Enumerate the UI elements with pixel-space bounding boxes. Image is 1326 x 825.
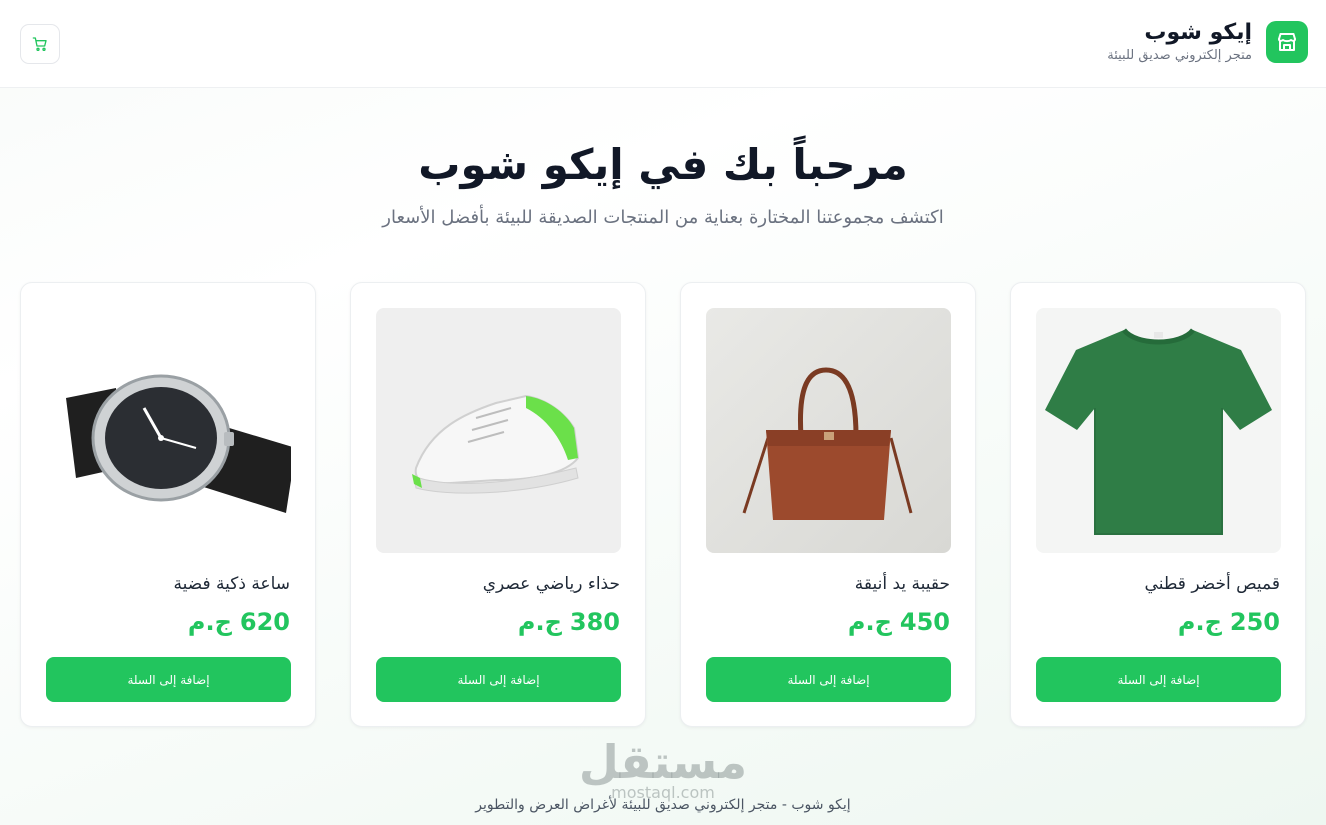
- price-currency: ج.م: [517, 608, 562, 636]
- product-image-brown-handbag: [706, 308, 951, 553]
- cart-icon: [32, 37, 47, 51]
- add-to-cart-button[interactable]: إضافة إلى السلة: [706, 657, 951, 702]
- product-name: حذاء رياضي عصري: [482, 574, 620, 594]
- add-to-cart-button[interactable]: إضافة إلى السلة: [1036, 657, 1281, 702]
- product-image-white-sneaker: [376, 308, 621, 553]
- header: إيكو شوب متجر إلكتروني صديق للبيئة: [0, 0, 1326, 88]
- price-currency: ج.م: [187, 608, 232, 636]
- price-value: 620: [239, 608, 290, 636]
- cart-button[interactable]: [20, 24, 60, 64]
- store-icon: [1266, 20, 1308, 63]
- hero-subtitle: اكتشف مجموعتنا المختارة بعناية من المنتج…: [382, 207, 944, 228]
- product-price: 380 ج.م: [518, 608, 620, 636]
- watermark: مستقل mostaql.com: [0, 735, 1326, 802]
- product-card: حقيبة يد أنيقة 450 ج.م إضافة إلى السلة: [680, 282, 976, 727]
- add-to-cart-button[interactable]: إضافة إلى السلة: [46, 657, 291, 702]
- price-value: 450: [899, 608, 950, 636]
- product-image-silver-watch: [46, 308, 291, 553]
- price-value: 250: [1229, 608, 1280, 636]
- price-currency: ج.م: [847, 608, 892, 636]
- product-name: حقيبة يد أنيقة: [854, 574, 950, 594]
- footer-text: إيكو شوب - متجر إلكتروني صديق للبيئة لأغ…: [475, 797, 851, 813]
- product-price: 450 ج.م: [848, 608, 950, 636]
- product-name: ساعة ذكية فضية: [173, 574, 290, 594]
- brand[interactable]: إيكو شوب متجر إلكتروني صديق للبيئة: [1107, 20, 1308, 63]
- product-price: 620 ج.م: [188, 608, 290, 636]
- brand-text: إيكو شوب متجر إلكتروني صديق للبيئة: [1107, 20, 1252, 63]
- product-price: 250 ج.م: [1178, 608, 1280, 636]
- product-card: ساعة ذكية فضية 620 ج.م إضافة إلى السلة: [20, 282, 316, 727]
- product-name: قميص أخضر قطني: [1144, 574, 1280, 594]
- price-value: 380: [569, 608, 620, 636]
- product-card: قميص أخضر قطني 250 ج.م إضافة إلى السلة: [1010, 282, 1306, 727]
- product-card: حذاء رياضي عصري 380 ج.م إضافة إلى السلة: [350, 282, 646, 727]
- brand-name: إيكو شوب: [1144, 20, 1252, 45]
- price-currency: ج.م: [1177, 608, 1222, 636]
- watermark-logo: مستقل: [578, 735, 748, 789]
- brand-tagline: متجر إلكتروني صديق للبيئة: [1107, 48, 1252, 63]
- add-to-cart-button[interactable]: إضافة إلى السلة: [376, 657, 621, 702]
- hero-title: مرحباً بك في إيكو شوب: [418, 140, 908, 189]
- product-image-green-tshirt: [1036, 308, 1281, 553]
